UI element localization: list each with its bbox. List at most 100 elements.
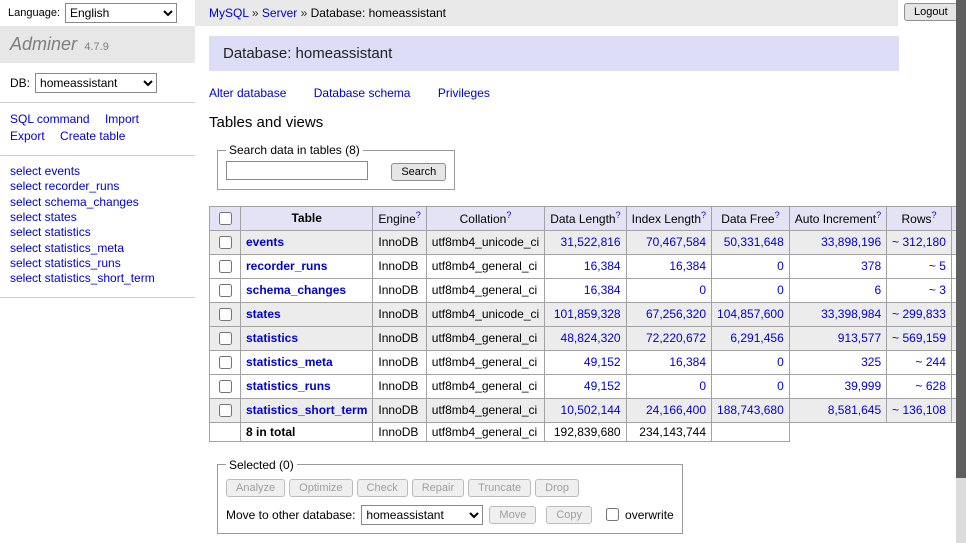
rows-count-link[interactable]: ~ 3 (929, 283, 946, 297)
data-length-link[interactable]: 49,152 (584, 355, 621, 369)
row-checkbox[interactable] (219, 308, 232, 321)
index-length-link[interactable]: 0 (699, 379, 706, 393)
data-length-link[interactable]: 49,152 (584, 379, 621, 393)
database-action-link[interactable]: Database schema (314, 86, 411, 100)
rows-count-link[interactable]: ~ 299,833 (892, 307, 946, 321)
index-length-link[interactable]: 0 (699, 283, 706, 297)
rows-count-link[interactable]: ~ 312,180 (892, 235, 946, 249)
data-free-cell: 188,743,680 (712, 398, 790, 422)
row-checkbox[interactable] (219, 380, 232, 393)
column-help-link[interactable]: ? (506, 210, 511, 220)
sidebar-table-link[interactable]: select events (10, 164, 80, 178)
index-length-link[interactable]: 72,220,672 (646, 331, 706, 345)
data-length-link[interactable]: 16,384 (584, 283, 621, 297)
sidebar-link[interactable]: Export (10, 129, 45, 143)
sidebar-table-link[interactable]: select recorder_runs (10, 179, 119, 193)
data-length-link[interactable]: 31,522,816 (561, 235, 621, 249)
analyze-button[interactable]: Analyze (226, 479, 285, 497)
column-help-link[interactable]: ? (701, 210, 706, 220)
index-length-link[interactable]: 16,384 (669, 355, 706, 369)
auto-increment-link[interactable]: 913,577 (838, 331, 881, 345)
sidebar-table-link[interactable]: select statistics_meta (10, 241, 124, 255)
sidebar-table-link[interactable]: select statistics_short_term (10, 271, 155, 285)
auto-increment-link[interactable]: 378 (861, 259, 881, 273)
data-length-link[interactable]: 10,502,144 (561, 403, 621, 417)
data-length-link[interactable]: 16,384 (584, 259, 621, 273)
auto-increment-link[interactable]: 39,999 (844, 379, 881, 393)
data-free-link[interactable]: 188,743,680 (717, 403, 784, 417)
column-help-link[interactable]: ? (616, 210, 621, 220)
table-name-link[interactable]: statistics_meta (246, 355, 333, 369)
sidebar-table-link[interactable]: select statistics_runs (10, 256, 121, 270)
data-free-link[interactable]: 104,857,600 (717, 307, 784, 321)
truncate-button[interactable]: Truncate (468, 479, 531, 497)
data-free-link[interactable]: 0 (777, 283, 784, 297)
row-checkbox[interactable] (219, 332, 232, 345)
select-all-checkbox[interactable] (219, 212, 232, 225)
auto-increment-link[interactable]: 8,581,645 (828, 403, 881, 417)
move-button[interactable]: Move (489, 506, 536, 524)
column-help-link[interactable]: ? (416, 210, 421, 220)
data-free-link[interactable]: 6,291,456 (730, 331, 783, 345)
data-free-link[interactable]: 0 (777, 355, 784, 369)
index-length-link[interactable]: 70,467,584 (646, 235, 706, 249)
index-length-link[interactable]: 67,256,320 (646, 307, 706, 321)
rows-count-link[interactable]: ~ 5 (929, 259, 946, 273)
row-checkbox[interactable] (219, 404, 232, 417)
breadcrumb-link[interactable]: Server (262, 6, 297, 20)
sidebar-link[interactable]: Create table (60, 129, 125, 143)
overwrite-checkbox[interactable] (606, 508, 619, 521)
table-name-link[interactable]: recorder_runs (246, 259, 327, 273)
data-length-link[interactable]: 101,859,328 (554, 307, 621, 321)
table-name-link[interactable]: states (246, 307, 281, 321)
move-db-select[interactable]: homeassistant (361, 505, 483, 525)
db-select[interactable]: homeassistant (35, 73, 157, 93)
column-help-link[interactable]: ? (932, 210, 937, 220)
sidebar-link[interactable]: Import (105, 112, 139, 126)
column-help-link[interactable]: ? (876, 210, 881, 220)
sidebar-table-link[interactable]: select schema_changes (10, 195, 139, 209)
check-button[interactable]: Check (357, 479, 408, 497)
data-length-link[interactable]: 48,824,320 (561, 331, 621, 345)
table-name-link[interactable]: statistics_short_term (246, 403, 367, 417)
rows-count-link[interactable]: ~ 569,159 (892, 331, 946, 345)
index-length-link[interactable]: 16,384 (669, 259, 706, 273)
auto-increment-link[interactable]: 33,898,196 (821, 235, 881, 249)
data-free-link[interactable]: 0 (777, 379, 784, 393)
vertical-scrollbar[interactable] (956, 0, 966, 543)
table-name-link[interactable]: events (246, 235, 284, 249)
rows-count-link[interactable]: ~ 628 (916, 379, 946, 393)
row-checkbox[interactable] (219, 236, 232, 249)
data-free-link[interactable]: 50,331,648 (724, 235, 784, 249)
logout-button[interactable]: Logout (904, 3, 958, 21)
row-checkbox[interactable] (219, 284, 232, 297)
breadcrumb-link[interactable]: MySQL (209, 6, 249, 20)
row-checkbox[interactable] (219, 356, 232, 369)
auto-increment-link[interactable]: 33,398,984 (821, 307, 881, 321)
copy-button[interactable]: Copy (546, 506, 592, 524)
optimize-button[interactable]: Optimize (289, 479, 352, 497)
scrollbar-thumb[interactable] (956, 0, 966, 478)
auto-increment-link[interactable]: 6 (874, 283, 881, 297)
database-action-link[interactable]: Alter database (209, 86, 286, 100)
table-name-link[interactable]: statistics (246, 331, 298, 345)
rows-count-link[interactable]: ~ 136,108 (892, 403, 946, 417)
row-checkbox[interactable] (219, 260, 232, 273)
database-action-link[interactable]: Privileges (438, 86, 490, 100)
repair-button[interactable]: Repair (412, 479, 464, 497)
column-help-link[interactable]: ? (775, 210, 780, 220)
index-length-link[interactable]: 24,166,400 (646, 403, 706, 417)
language-select[interactable]: English (65, 3, 177, 23)
rows-count-link[interactable]: ~ 244 (916, 355, 946, 369)
search-button[interactable]: Search (391, 163, 446, 181)
auto-increment-link[interactable]: 325 (861, 355, 881, 369)
sidebar-table-link[interactable]: select states (10, 210, 77, 224)
sidebar-table-link[interactable]: select statistics (10, 225, 91, 239)
drop-button[interactable]: Drop (535, 479, 579, 497)
sidebar-link[interactable]: SQL command (10, 112, 90, 126)
table-name-link[interactable]: schema_changes (246, 283, 346, 297)
table-name-link[interactable]: statistics_runs (246, 379, 331, 393)
data-free-link[interactable]: 0 (777, 259, 784, 273)
search-input[interactable] (226, 161, 368, 180)
column-header-label: Collation (460, 212, 507, 226)
